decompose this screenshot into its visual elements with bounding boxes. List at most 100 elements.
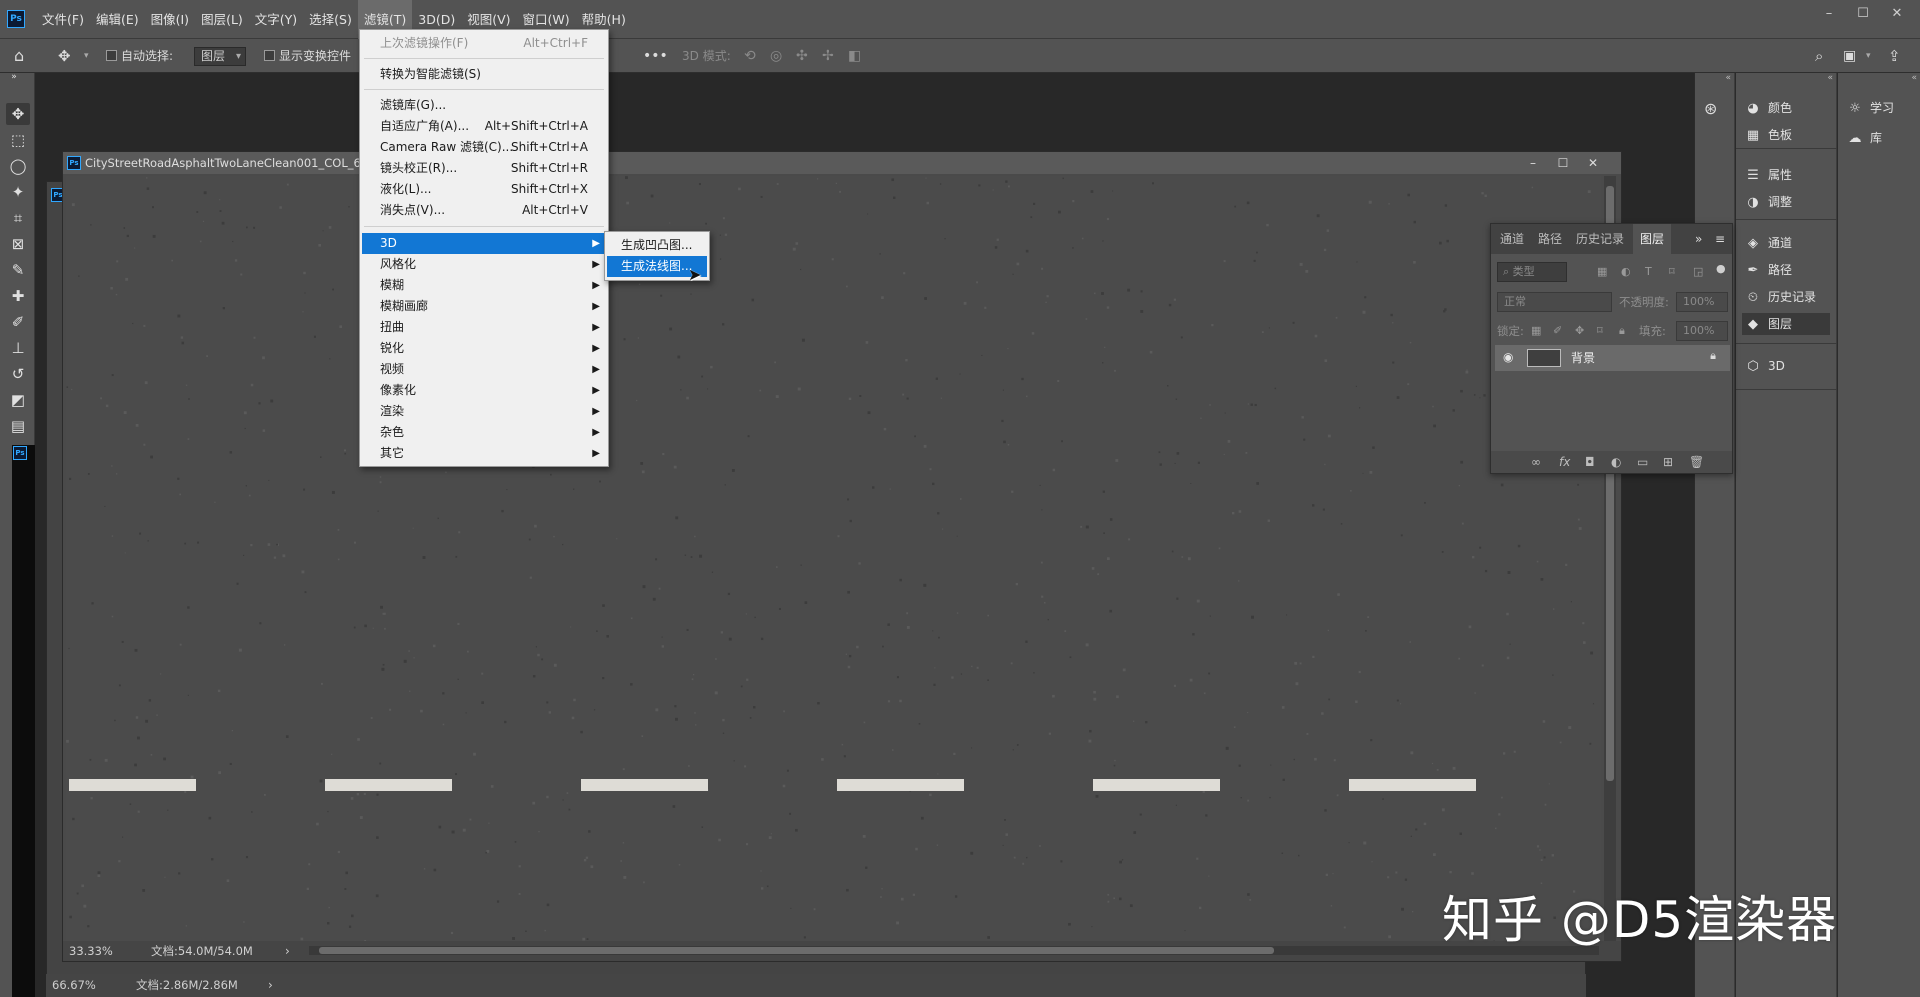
panel-expand-icon[interactable]: » [1695,224,1702,254]
home-icon[interactable]: ⌂ [14,39,24,73]
filter-pixel-icon[interactable]: ▦ [1597,265,1607,278]
panel-tab-3[interactable]: 图层 [1633,224,1672,254]
auto-select-target-dropdown[interactable]: 图层 [194,47,246,66]
filter-adjustment-icon[interactable]: ◐ [1621,265,1631,278]
menu-item-filter-4[interactable]: 液化(L)... Shift+Ctrl+X [362,179,606,200]
filter-type-icon[interactable]: T [1645,265,1652,278]
collapse-dock-icon[interactable]: « [1695,73,1735,83]
crop-tool-icon[interactable]: ⌗ [6,207,30,229]
horizontal-scrollbar-thumb[interactable] [319,947,1274,954]
new-adjustment-layer-icon[interactable]: ◐ [1611,451,1621,473]
eye-visibility-icon[interactable]: ◉ [1503,350,1513,364]
menu-item-submenu-0[interactable]: 3D ▶ [362,233,606,254]
dock-button-8[interactable]: ⬡ 3D [1742,355,1830,377]
maximize-icon[interactable]: ☐ [1555,152,1571,174]
checkbox-icon[interactable] [264,50,275,61]
layer-row-background[interactable]: ◉ 背景 🔒︎ [1495,345,1730,371]
lock-transparency-icon[interactable]: ▦ [1531,324,1541,337]
lock-position-icon[interactable]: ✥ [1575,324,1584,337]
submenu-item-0[interactable]: 生成凹凸图... [607,235,707,256]
menu-item-filter-5[interactable]: 消失点(V)... Alt+Ctrl+V [362,200,606,221]
brush-tool-icon[interactable]: ✐ [6,311,30,333]
history-brush-tool-icon[interactable]: ↺ [6,363,30,385]
menu-item-submenu-5[interactable]: 锐化 ▶ [362,338,606,359]
close-icon[interactable]: ✕ [1884,4,1910,24]
tool-preset-chevron-icon[interactable]: ▾ [84,39,89,73]
menu-item-filter-3[interactable]: 镜头校正(R)... Shift+Ctrl+R [362,158,606,179]
layer-filter-search[interactable]: ⌕ 类型 [1497,262,1567,282]
menu-item-submenu-4[interactable]: 扭曲 ▶ [362,317,606,338]
menu-0[interactable]: 文件(F) [36,0,90,39]
menu-item-last-filter[interactable]: 上次滤镜操作(F) Alt+Ctrl+F [362,33,606,54]
gradient-tool-icon[interactable]: ▤ [6,415,30,437]
slide-3d-icon[interactable]: ✢ [822,39,834,73]
dock-button-2[interactable]: ☰ 属性 [1742,164,1830,186]
layer-style-fx-icon[interactable]: fx [1559,451,1570,473]
menu-item-submenu-10[interactable]: 其它 ▶ [362,443,606,464]
menu-item-submenu-3[interactable]: 模糊画廊 ▶ [362,296,606,317]
eyedropper-tool-icon[interactable]: ✎ [6,259,30,281]
menu-item-filter-2[interactable]: Camera Raw 滤镜(C)... Shift+Ctrl+A [362,137,606,158]
menu-item-convert-smart-filter[interactable]: 转换为智能滤镜(S) [362,64,606,85]
dock-button-7[interactable]: ◆ 图层 [1742,313,1830,335]
dock-button-3[interactable]: ◑ 调整 [1742,191,1830,213]
menu-item-filter-0[interactable]: 滤镜库(G)... [362,95,606,116]
menu-item-submenu-2[interactable]: 模糊 ▶ [362,275,606,296]
dock-button-4[interactable]: ◈ 通道 [1742,232,1830,254]
panel-tab-1[interactable]: 路径 [1531,224,1569,254]
menu-1[interactable]: 编辑(E) [90,0,145,39]
lock-artboard-icon[interactable]: ⌑ [1597,324,1603,337]
workspace-chevron-icon[interactable]: ▾ [1866,39,1871,73]
maximize-icon[interactable]: ☐ [1850,4,1876,24]
dock-right-button-1[interactable]: ☁ 库 [1844,127,1883,149]
blend-mode-dropdown[interactable]: 正常 [1497,292,1612,312]
menu-item-submenu-7[interactable]: 像素化 ▶ [362,380,606,401]
lock-all-icon[interactable]: 🔒︎ [1619,324,1625,338]
move-tool-icon[interactable]: ✥ [58,39,71,73]
dock-button-5[interactable]: ✒ 路径 [1742,259,1830,281]
menu-item-submenu-9[interactable]: 杂色 ▶ [362,422,606,443]
dock-right-button-0[interactable]: ☼ 学习 [1844,97,1894,119]
panel-tab-0[interactable]: 通道 [1493,224,1531,254]
new-group-icon[interactable]: ▭ [1637,451,1648,473]
menu-5[interactable]: 选择(S) [303,0,358,39]
dock-button-6[interactable]: ⏲ 历史记录 [1742,286,1830,308]
filter-toggle-icon[interactable]: ● [1716,262,1726,275]
new-layer-icon[interactable]: ⊞ [1663,451,1673,473]
healing-brush-tool-icon[interactable]: ✚ [6,285,30,307]
show-transform-checkbox[interactable]: 显示变换控件 [264,39,351,73]
more-options-icon[interactable]: ••• [643,39,668,73]
checkbox-icon[interactable] [106,50,117,61]
background-zoom-level[interactable]: 66.67% [52,974,96,996]
fill-field[interactable]: 100% [1676,321,1728,341]
frame-tool-icon[interactable]: ⊠ [6,233,30,255]
status-chevron-icon[interactable]: › [285,941,290,961]
roll-3d-icon[interactable]: ◎ [770,39,782,73]
workspace-icon[interactable]: ▣ [1843,39,1856,73]
menu-item-submenu-1[interactable]: 风格化 ▶ [362,254,606,275]
minimize-icon[interactable]: – [1816,4,1842,24]
marquee-tool-icon[interactable]: ⬚ [6,129,30,151]
dock-button-1[interactable]: ▦ 色板 [1742,124,1830,146]
zoom-level[interactable]: 33.33% [69,941,113,961]
menu-3[interactable]: 图层(L) [195,0,249,39]
add-mask-icon[interactable]: ◘ [1585,451,1595,473]
delete-layer-icon[interactable]: 🗑︎ [1689,451,1704,473]
orbit-3d-icon[interactable]: ⟲ [744,39,756,73]
lock-pixels-icon[interactable]: ✐ [1553,324,1562,337]
menu-2[interactable]: 图像(I) [145,0,195,39]
horizontal-scrollbar[interactable] [309,946,1599,955]
close-icon[interactable]: ✕ [1585,152,1601,174]
share-icon[interactable]: ⇪ [1888,39,1901,73]
move-tool-icon[interactable]: ✥ [6,103,30,125]
menu-item-submenu-8[interactable]: 渲染 ▶ [362,401,606,422]
panel-menu-icon[interactable]: ≡ [1715,224,1725,254]
magic-wand-tool-icon[interactable]: ✦ [6,181,30,203]
layer-lock-icon[interactable]: 🔒︎ [1710,349,1716,363]
navigator-icon[interactable]: ⊛ [1704,99,1717,118]
stamp-tool-icon[interactable]: ⊥ [6,337,30,359]
scale-3d-icon[interactable]: ◧ [848,39,861,73]
document-canvas[interactable] [66,176,1601,941]
status-chevron-icon[interactable]: › [268,974,273,996]
document-title-bar[interactable]: Ps CityStreetRoadAsphaltTwoLaneClean001_… [63,152,1621,174]
